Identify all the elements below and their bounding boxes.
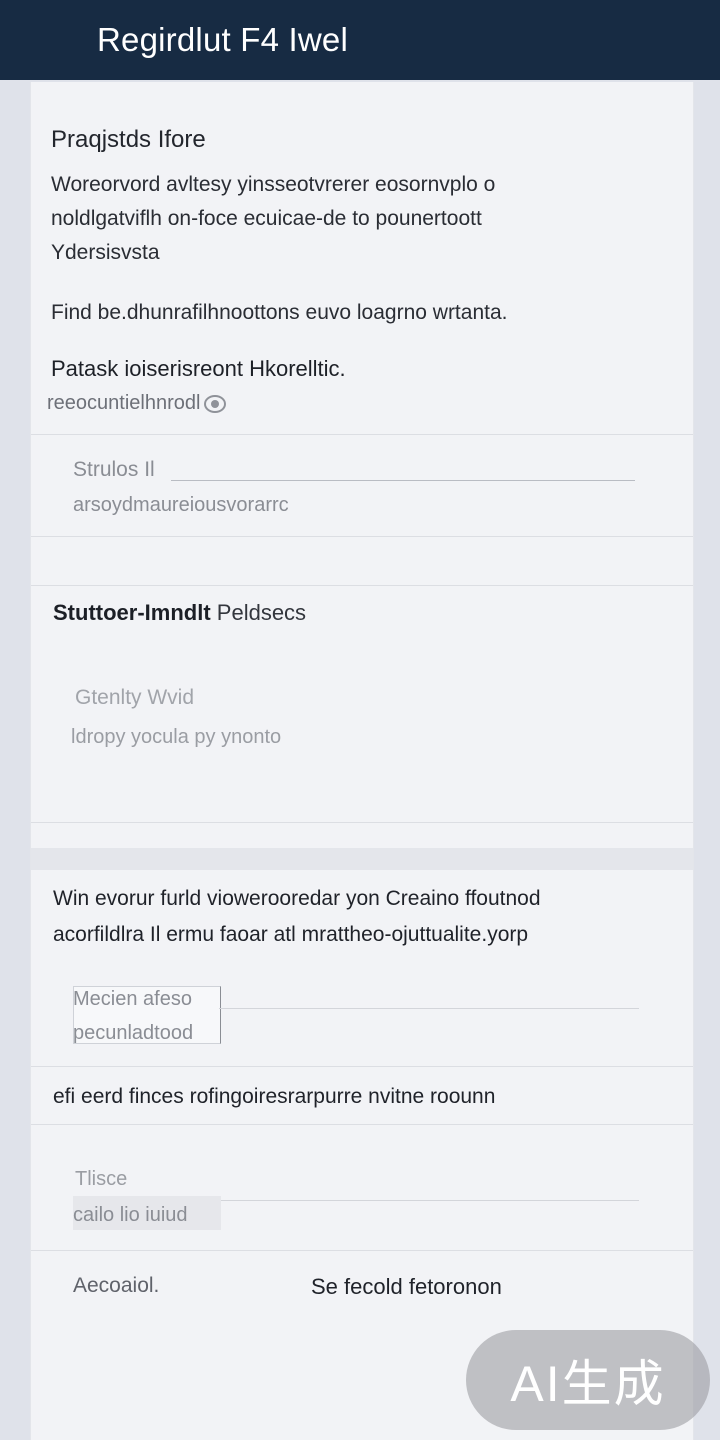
footer-left-action[interactable]: Aecoaiol. <box>73 1274 159 1298</box>
section-3-input-value: pecunladtood <box>73 1022 194 1044</box>
section-4-input-underline <box>221 1200 639 1201</box>
footer-right-action[interactable]: Se fecold fetoronon <box>311 1274 502 1300</box>
section-4-input-label: Tlisce <box>75 1168 128 1190</box>
intro-heading: Praqjstds Ifore <box>51 126 206 153</box>
intro-bold-line: Patask ioiserisreont Hkorelltic. <box>51 356 346 381</box>
divider <box>31 536 693 537</box>
divider <box>31 1066 693 1067</box>
section-3-input-label: Mecien afeso <box>73 988 192 1010</box>
divider <box>31 1124 693 1125</box>
form-card: Praqjstds Ifore Woreorvord avltesy yinss… <box>30 82 694 1440</box>
divider <box>31 434 693 435</box>
divider <box>31 1250 693 1251</box>
field-1-input[interactable] <box>171 480 635 481</box>
section-2-title-bold: Stuttoer-Imndlt <box>53 600 211 625</box>
section-4-input-value: cailo lio iuiud <box>73 1204 188 1226</box>
section-3-line-2: acorfildlra Il ermu faoar atl mrattheo-o… <box>53 923 529 946</box>
section-2-field-label: Gtenlty Wvid <box>75 686 195 709</box>
section-2-title-rest: Peldsecs <box>216 600 307 625</box>
intro-sub-line: reeocuntielhnrodl <box>47 392 201 414</box>
page-title: Regirdlut F4 Iwel <box>97 21 348 58</box>
intro-sub-line-row: reeocuntielhnrodl <box>47 392 227 415</box>
section-4-line: efi eerd finces rofingoiresrarpurre nvit… <box>53 1085 496 1108</box>
section-2-field-value[interactable]: ldropy yocula py ynonto <box>71 726 281 749</box>
section-gap <box>31 848 693 870</box>
divider <box>31 822 693 823</box>
app-header: Regirdlut F4 Iwel <box>0 0 720 80</box>
section-3-input-underline <box>219 1008 639 1009</box>
field-1-label: Strulos Il <box>73 458 155 481</box>
intro-note: Find be.dhunrafilhnoottons euvo loagrno … <box>51 301 508 324</box>
section-2-title: Stuttoer-Imndlt Peldsecs <box>53 600 306 626</box>
divider <box>31 585 693 586</box>
intro-line-3: Ydersisvsta <box>51 241 160 264</box>
eye-icon[interactable] <box>204 394 227 413</box>
section-3-line-1: Win evorur furld viowerooredar yon Creai… <box>53 887 541 910</box>
intro-line-1: Woreorvord avltesy yinsseotvrerer eosorn… <box>51 173 496 196</box>
field-1-value: arsoydmaureiousvorarrc <box>73 494 289 516</box>
intro-line-2: noldlgatviflh on-foce ecuicae-de to poun… <box>51 207 482 230</box>
watermark-badge: AI生成 <box>466 1330 710 1430</box>
